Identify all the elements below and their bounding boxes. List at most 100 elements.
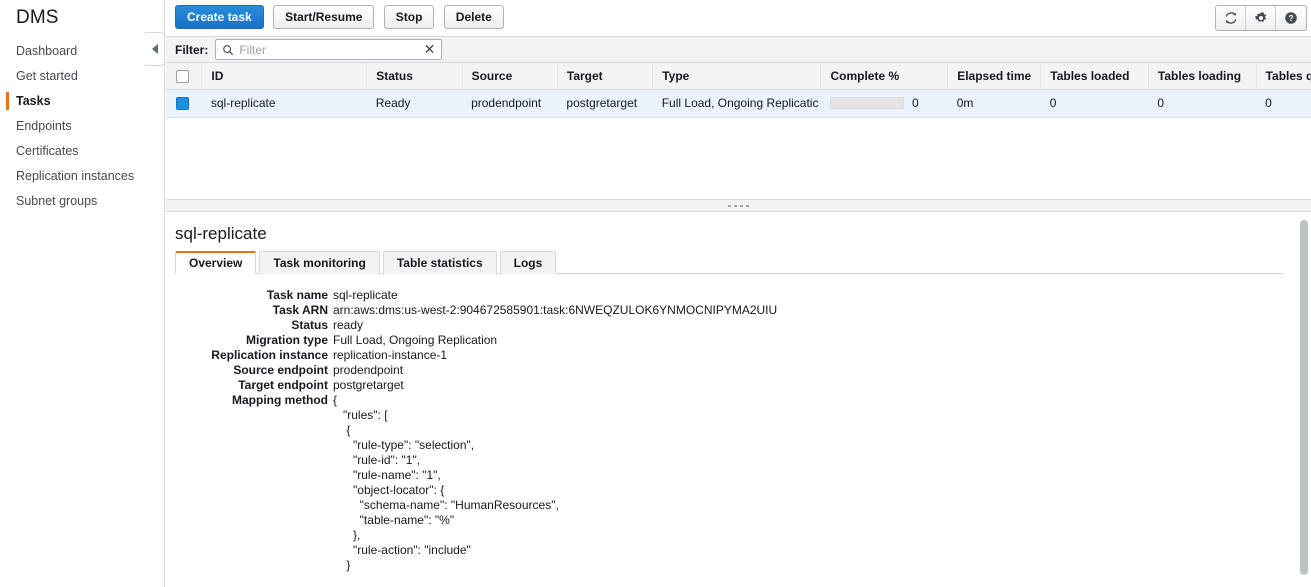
detail-field-label: Task name [166, 288, 333, 303]
help-icon: ? [1284, 11, 1298, 25]
tasks-table-container: ID Status Source Target Type Complete % … [166, 63, 1311, 199]
select-all-header[interactable] [166, 63, 202, 89]
detail-field-label: Source endpoint [166, 363, 333, 378]
mapping-json-line: { [166, 423, 1311, 438]
filter-clear-icon[interactable]: ✕ [424, 42, 436, 57]
toolbar-icon-group: ? [1215, 5, 1307, 31]
table-header-row: ID Status Source Target Type Complete % … [166, 63, 1311, 89]
detail-field-value: { [333, 393, 337, 408]
panel-splitter[interactable] [166, 199, 1311, 212]
task-detail-panel: sql-replicate OverviewTask monitoringTab… [166, 212, 1311, 585]
tasks-table: ID Status Source Target Type Complete % … [166, 63, 1311, 118]
detail-field: Task namesql-replicate [166, 288, 1311, 303]
detail-field: Mapping method{ [166, 393, 1311, 408]
cell-source: prodendpoint [462, 89, 557, 117]
detail-field-value: arn:aws:dms:us-west-2:904672585901:task:… [333, 303, 777, 318]
mapping-json-line: }, [166, 528, 1311, 543]
filter-bar: Filter: ✕ [166, 36, 1311, 63]
dms-console: DMS DashboardGet startedTasksEndpointsCe… [0, 0, 1311, 587]
tab-task-monitoring[interactable]: Task monitoring [259, 251, 379, 274]
svg-text:?: ? [1288, 13, 1293, 23]
cell-tables-queued: 0 [1256, 89, 1311, 117]
tab-overview[interactable]: Overview [175, 251, 256, 274]
column-header-tables-queued[interactable]: Tables queued [1256, 63, 1311, 89]
column-header-status[interactable]: Status [367, 63, 462, 89]
detail-tabs: OverviewTask monitoringTable statisticsL… [166, 251, 1311, 274]
mapping-json-line: "rule-action": "include" [166, 543, 1311, 558]
mapping-json-line: "schema-name": "HumanResources", [166, 498, 1311, 513]
filter-input-wrapper[interactable]: ✕ [215, 39, 442, 60]
sidebar-item-get-started[interactable]: Get started [0, 64, 164, 89]
column-header-complete-pct[interactable]: Complete % [821, 63, 948, 89]
detail-field-value: replication-instance-1 [333, 348, 447, 363]
detail-field: Target endpointpostgretarget [166, 378, 1311, 393]
sidebar-item-dashboard[interactable]: Dashboard [0, 39, 164, 64]
sidebar-item-endpoints[interactable]: Endpoints [0, 114, 164, 139]
sidebar-title: DMS [0, 0, 164, 39]
column-header-id[interactable]: ID [202, 63, 367, 89]
detail-field-value: prodendpoint [333, 363, 403, 378]
mapping-json-line: "rule-type": "selection", [166, 438, 1311, 453]
detail-field-label: Mapping method [166, 393, 333, 408]
detail-field-label: Target endpoint [166, 378, 333, 393]
mapping-json-line: "rule-name": "1", [166, 468, 1311, 483]
gear-icon [1254, 11, 1268, 25]
help-button[interactable]: ? [1276, 6, 1306, 30]
cell-id: sql-replicate [202, 89, 367, 117]
splitter-grip-icon [728, 205, 749, 207]
tab-table-statistics[interactable]: Table statistics [383, 251, 497, 274]
settings-button[interactable] [1246, 6, 1276, 30]
tab-logs[interactable]: Logs [500, 251, 557, 274]
search-icon [222, 44, 234, 56]
cell-complete-pct: 0 [821, 89, 948, 117]
column-header-elapsed-time[interactable]: Elapsed time [948, 63, 1041, 89]
main-content: Create task Start/Resume Stop Delete [166, 0, 1311, 587]
chevron-left-icon [152, 44, 158, 54]
detail-scrollbar[interactable] [1300, 220, 1308, 575]
sidebar-item-tasks[interactable]: Tasks [0, 89, 164, 114]
detail-field-value: ready [333, 318, 363, 333]
detail-field: Replication instancereplication-instance… [166, 348, 1311, 363]
cell-elapsed-time: 0m [948, 89, 1041, 117]
refresh-icon [1224, 11, 1238, 25]
table-row[interactable]: sql-replicate Ready prodendpoint postgre… [166, 89, 1311, 117]
sidebar-item-subnet-groups[interactable]: Subnet groups [0, 189, 164, 214]
stop-button[interactable]: Stop [384, 5, 435, 29]
filter-label: Filter: [175, 43, 208, 57]
column-header-tables-loading[interactable]: Tables loading [1148, 63, 1256, 89]
column-header-target[interactable]: Target [557, 63, 652, 89]
start-resume-button[interactable]: Start/Resume [273, 5, 374, 29]
progress-bar [830, 97, 904, 109]
sidebar-item-replication-instances[interactable]: Replication instances [0, 164, 164, 189]
refresh-button[interactable] [1216, 6, 1246, 30]
create-task-button[interactable]: Create task [175, 5, 264, 29]
cell-target: postgretarget [557, 89, 652, 117]
filter-input[interactable] [237, 40, 391, 59]
sidebar: DMS DashboardGet startedTasksEndpointsCe… [0, 0, 165, 587]
detail-field: Task ARNarn:aws:dms:us-west-2:9046725859… [166, 303, 1311, 318]
overview-fields: Task namesql-replicateTask ARNarn:aws:dm… [166, 274, 1311, 573]
detail-field-value: sql-replicate [333, 288, 398, 303]
detail-field-value: Full Load, Ongoing Replication [333, 333, 497, 348]
cell-status: Ready [367, 89, 462, 117]
detail-field-label: Status [166, 318, 333, 333]
progress-value: 0 [912, 96, 919, 110]
tasks-toolbar: Create task Start/Resume Stop Delete [166, 0, 1311, 36]
column-header-tables-loaded[interactable]: Tables loaded [1041, 63, 1149, 89]
sidebar-collapse-button[interactable] [145, 32, 165, 66]
delete-button[interactable]: Delete [444, 5, 504, 29]
select-all-checkbox[interactable] [176, 70, 189, 83]
detail-field-label: Replication instance [166, 348, 333, 363]
column-header-type[interactable]: Type [653, 63, 821, 89]
column-header-source[interactable]: Source [462, 63, 557, 89]
sidebar-nav: DashboardGet startedTasksEndpointsCertif… [0, 39, 164, 214]
mapping-json-line: "object-locator": { [166, 483, 1311, 498]
row-select-cell[interactable] [166, 89, 202, 117]
cell-type: Full Load, Ongoing Replicatic [653, 89, 821, 117]
mapping-json-line: "table-name": "%" [166, 513, 1311, 528]
detail-field-label: Migration type [166, 333, 333, 348]
detail-field-value: postgretarget [333, 378, 404, 393]
mapping-json-line: } [166, 558, 1311, 573]
row-checkbox[interactable] [176, 97, 189, 110]
sidebar-item-certificates[interactable]: Certificates [0, 139, 164, 164]
